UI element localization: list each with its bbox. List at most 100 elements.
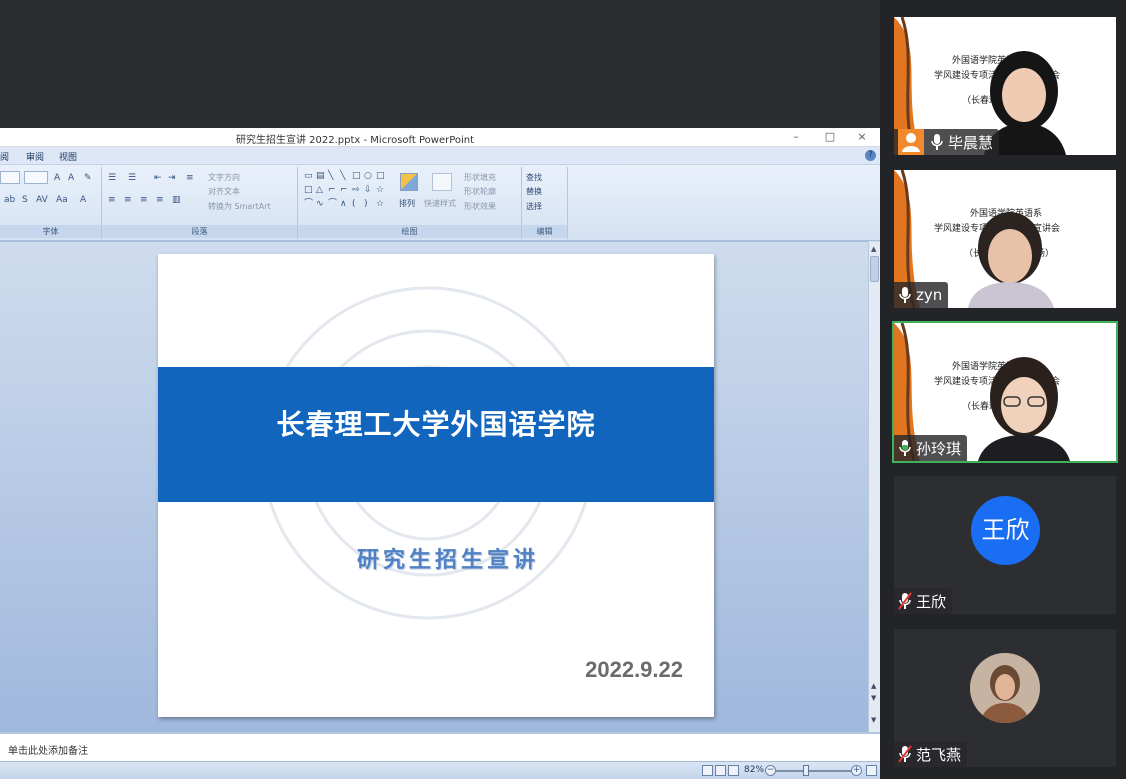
zoom-slider[interactable]	[776, 770, 852, 772]
arrange-icon	[400, 173, 418, 191]
mic-muted-icon	[898, 745, 912, 763]
mic-active-icon	[899, 440, 911, 456]
mic-icon	[931, 134, 943, 150]
participant-tile-active-speaker[interactable]: 外国语学院英语系 学风建设专项活动暨考研宣讲会 （长春理工大学专场） 孙玲琪	[894, 323, 1116, 461]
tab-review[interactable]: 审阅	[26, 150, 44, 163]
participant-name: 范飞燕	[916, 745, 962, 764]
help-icon[interactable]: ?	[865, 150, 876, 161]
find-button[interactable]: 查找	[526, 171, 542, 184]
zoom-in-icon[interactable]: +	[851, 765, 862, 776]
align-left-icon[interactable]: ≡	[108, 195, 116, 205]
zoom-slider-knob[interactable]	[803, 765, 809, 776]
shadow-icon[interactable]: S	[22, 195, 28, 205]
shared-screen-desktop	[0, 0, 880, 128]
columns-icon[interactable]: ▥	[172, 195, 181, 205]
grow-font-icon[interactable]: A	[54, 173, 60, 183]
paragraph-group: ☰ ☰ ⇤ ⇥ ≡ ≡ ≡ ≡ ≡ ▥ 文字方向 对齐文本 转换为 SmartA…	[102, 167, 298, 239]
slide-sorter-icon[interactable]	[715, 765, 726, 776]
change-case-icon[interactable]: Aa	[56, 195, 68, 205]
numbering-icon[interactable]: ☰	[128, 173, 136, 183]
font-group-label: 字体	[0, 225, 101, 238]
slide-title: 长春理工大学外国语学院	[276, 408, 596, 441]
shape-fill-button[interactable]: 形状填充	[464, 171, 496, 184]
slide-canvas[interactable]: 长春理工大学外国语学院 研究生招生宣讲 2022.9.22	[158, 254, 714, 717]
prev-slide-icon[interactable]: ▲	[871, 682, 876, 690]
shape-outline-button[interactable]: 形状轮廓	[464, 185, 496, 198]
status-bar: 82% − +	[0, 761, 880, 779]
replace-button[interactable]: 替换	[526, 185, 542, 198]
align-center-icon[interactable]: ≡	[124, 195, 132, 205]
bullets-icon[interactable]: ☰	[108, 173, 116, 183]
ribbon-tabs: 阅 审阅 视图 ?	[0, 147, 880, 165]
participant-name-tag: 范飞燕	[894, 741, 968, 767]
decrease-indent-icon[interactable]: ⇤	[154, 173, 162, 183]
scroll-up-icon[interactable]: ▲	[871, 245, 876, 253]
convert-smartart-button[interactable]: 转换为 SmartArt	[208, 200, 271, 213]
editing-group-label: 编辑	[522, 225, 567, 238]
font-group: A A ✎ ab S AV Aa A 字体	[0, 167, 102, 239]
mic-icon	[899, 287, 911, 303]
next-slide-icon[interactable]: ▼	[871, 694, 876, 702]
align-right-icon[interactable]: ≡	[140, 195, 148, 205]
participant-name-tag: zyn	[894, 282, 949, 308]
participant-name: 王欣	[916, 592, 947, 611]
editing-group: 查找 替换 选择 编辑	[522, 167, 568, 239]
text-direction-button[interactable]: 文字方向	[208, 171, 240, 184]
close-button[interactable]: ×	[850, 130, 874, 144]
line-spacing-icon[interactable]: ≡	[186, 173, 194, 183]
scroll-thumb[interactable]	[870, 256, 879, 282]
strikethrough-icon[interactable]: ab	[4, 195, 15, 205]
minimize-button[interactable]: –	[784, 130, 808, 144]
increase-indent-icon[interactable]: ⇥	[168, 173, 176, 183]
clear-format-icon[interactable]: ✎	[84, 173, 92, 183]
quick-styles-button[interactable]: 快速样式	[424, 197, 456, 210]
quick-styles-icon	[432, 173, 452, 191]
participant-tile[interactable]: 范飞燕	[894, 629, 1116, 767]
mic-muted-icon	[898, 592, 912, 610]
participant-tile[interactable]: 外国语学院英语系 学风建设专项活动暨考研宣讲会 （长春理工大学专场） zyn	[894, 170, 1116, 308]
meeting-window: 研究生招生宣讲 2022.pptx - Microsoft PowerPoint…	[0, 0, 1126, 779]
participant-name: 毕晨慧	[948, 133, 994, 152]
shrink-font-icon[interactable]: A	[68, 173, 74, 183]
participant-tile[interactable]: 外国语学院英语系 学风建设专项活动暨考研宣讲会 （长春理工大学专场） 毕晨慧	[894, 17, 1116, 155]
font-color-icon[interactable]: A	[80, 195, 86, 205]
arrange-button[interactable]: 排列	[399, 197, 415, 210]
justify-icon[interactable]: ≡	[156, 195, 164, 205]
font-name-box[interactable]	[0, 171, 20, 184]
host-icon	[898, 129, 924, 155]
slide-date: 2022.9.22	[585, 657, 683, 682]
tab-view[interactable]: 视图	[59, 150, 77, 163]
align-text-button[interactable]: 对齐文本	[208, 185, 240, 198]
zoom-out-icon[interactable]: −	[765, 765, 776, 776]
participant-video	[978, 357, 1070, 461]
normal-view-icon[interactable]	[702, 765, 713, 776]
fit-window-icon[interactable]	[866, 765, 877, 776]
participant-name: 孙玲琪	[916, 439, 962, 458]
font-size-box[interactable]	[24, 171, 48, 184]
powerpoint-window: 研究生招生宣讲 2022.pptx - Microsoft PowerPoint…	[0, 128, 880, 779]
tab-slideshow[interactable]: 阅	[0, 150, 9, 163]
notes-pane[interactable]: 单击此处添加备注	[0, 732, 880, 761]
participant-name: zyn	[916, 286, 943, 304]
participant-name-tag: 王欣	[894, 588, 953, 614]
shape-effects-button[interactable]: 形状效果	[464, 200, 496, 213]
avatar: 王欣	[971, 496, 1040, 565]
select-button[interactable]: 选择	[526, 200, 542, 213]
char-spacing-icon[interactable]: AV	[36, 195, 48, 205]
vertical-scrollbar[interactable]: ▲ ▲ ▼ ▼	[868, 242, 880, 732]
zoom-level[interactable]: 82%	[744, 765, 764, 775]
scroll-down-icon[interactable]: ▼	[871, 716, 876, 724]
participant-video	[968, 212, 1054, 308]
ribbon: A A ✎ ab S AV Aa A 字体 ☰ ☰ ⇤ ⇥ ≡ ≡ ≡ ≡ ≡	[0, 165, 880, 241]
paragraph-group-label: 段落	[102, 225, 297, 238]
maximize-button[interactable]: □	[818, 130, 842, 144]
participant-tile[interactable]: 王欣 王欣	[894, 476, 1116, 614]
window-title: 研究生招生宣讲 2022.pptx - Microsoft PowerPoint	[236, 135, 475, 146]
slideshow-icon[interactable]	[728, 765, 739, 776]
slide-subtitle: 研究生招生宣讲	[356, 548, 539, 573]
participant-name-tag: 孙玲琪	[894, 435, 968, 461]
notes-placeholder: 单击此处添加备注	[8, 746, 88, 757]
participant-name-tag: 毕晨慧	[894, 129, 1000, 155]
shapes-gallery[interactable]: ▭ ▤ ╲ ╲ □ ○ □ □ △ ⌐ ⌐ ⇨ ⇩ ☆ ⌒ ∿ ⌒ ∧() ☆	[302, 171, 388, 215]
drawing-group-label: 绘图	[298, 225, 521, 238]
